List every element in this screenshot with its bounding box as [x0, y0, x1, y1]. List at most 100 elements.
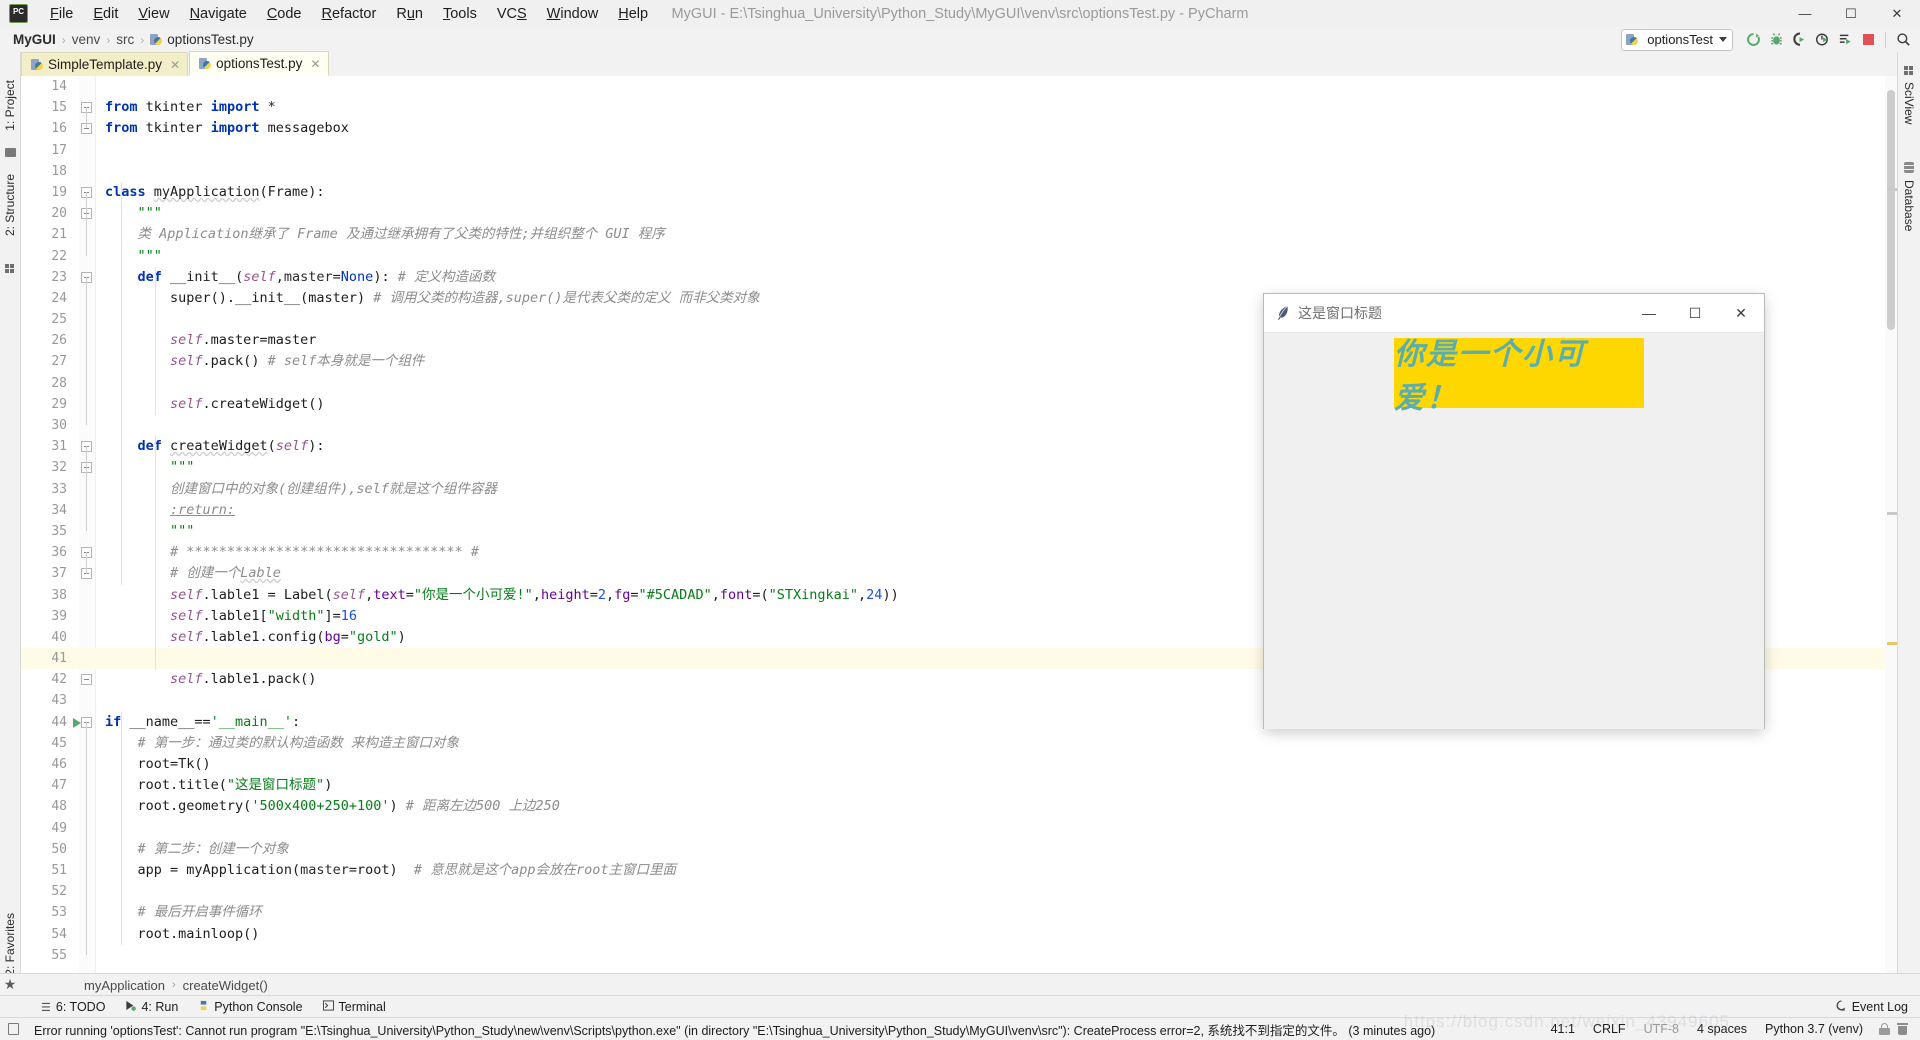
breadcrumb-item-src[interactable]: src	[113, 32, 137, 47]
code-token: # 调用父类的构造器,super()是代表父类的定义 而非父类对象	[373, 289, 760, 306]
window-maximize-button[interactable]: ☐	[1828, 0, 1874, 27]
menu-item-run[interactable]: Run	[386, 3, 433, 25]
code-line[interactable]: 46 root=Tk()	[21, 754, 1897, 775]
code-token: fg	[614, 586, 631, 603]
breadcrumb-item-venv[interactable]: venv	[69, 32, 104, 47]
tkinter-window-title: 这是窗口标题	[1298, 305, 1382, 321]
menu-item-window[interactable]: Window	[537, 3, 609, 25]
tool-window-todo[interactable]: ☰ 6: TODO	[32, 998, 114, 1016]
sidebar-item-database[interactable]: Database	[1902, 180, 1916, 231]
code-line[interactable]: 51 app = myApplication(master=root) # 意思…	[21, 860, 1897, 881]
breadcrumb-item-project[interactable]: MyGUI	[10, 32, 59, 47]
code-token: super().	[170, 289, 236, 306]
line-number: 48	[51, 799, 67, 815]
code-token: ):	[308, 438, 325, 455]
tkinter-body: 你是一个小可爱！	[1264, 333, 1764, 729]
sidebar-item-project[interactable]: 1: Project	[3, 80, 17, 131]
code-token: if	[105, 713, 122, 730]
menu-item-code[interactable]: Code	[257, 3, 312, 25]
debug-button[interactable]	[1765, 29, 1787, 51]
lock-icon[interactable]	[1879, 1023, 1890, 1035]
code-line[interactable]: 18	[21, 161, 1897, 182]
code-line[interactable]: 15 from tkinter import *	[21, 97, 1897, 118]
status-message[interactable]: Error running 'optionsTest': Cannot run …	[34, 1020, 1435, 1039]
indent-guide	[121, 182, 122, 585]
code-line[interactable]: 23 def __init__(self,master=None): # 定义构…	[21, 267, 1897, 288]
code-token: 类 Application继承了 Frame 及通过继承拥有了父类的特性;并组织…	[137, 226, 665, 243]
run-with-coverage-button[interactable]	[1788, 29, 1810, 51]
tkinter-window[interactable]: 这是窗口标题 — ☐ ✕ 你是一个小可爱！	[1264, 294, 1764, 729]
editor-tab-optionstest[interactable]: optionsTest.py ✕	[189, 51, 329, 76]
code-line[interactable]: 19 class myApplication(Frame):	[21, 182, 1897, 203]
tool-window-terminal[interactable]: Terminal	[314, 998, 395, 1016]
menu-item-file[interactable]: File	[40, 3, 83, 25]
stop-button[interactable]	[1857, 29, 1879, 51]
code-line[interactable]: 14	[21, 76, 1897, 97]
run-configuration-selector[interactable]: optionsTest	[1621, 28, 1733, 51]
window-minimize-button[interactable]: —	[1782, 0, 1828, 27]
code-line[interactable]: 49	[21, 818, 1897, 839]
breadcrumb-item-file[interactable]: optionsTest.py	[147, 32, 256, 47]
tool-window-python-console[interactable]: Python Console	[189, 998, 311, 1016]
sidebar-item-structure[interactable]: 2: Structure	[3, 174, 17, 236]
code-line[interactable]: 50 # 第二步：创建一个对象	[21, 839, 1897, 860]
editor-scrollbar[interactable]	[1885, 76, 1897, 996]
breadcrumb-method[interactable]: createWidget()	[183, 978, 268, 993]
run-tests-button[interactable]	[1834, 29, 1856, 51]
editor-marker	[1887, 188, 1897, 191]
trash-icon[interactable]	[1897, 1023, 1908, 1035]
code-line[interactable]: 22 """	[21, 246, 1897, 267]
tkinter-close-button[interactable]: ✕	[1718, 294, 1764, 332]
status-bar: Error running 'optionsTest': Cannot run …	[0, 1017, 1920, 1040]
menu-item-vcs[interactable]: VCS	[487, 3, 537, 25]
sidebar-item-sciview[interactable]: SciView	[1902, 82, 1916, 124]
code-line[interactable]: 47 root.title("这是窗口标题")	[21, 775, 1897, 796]
indent-setting[interactable]: 4 spaces	[1688, 1022, 1756, 1036]
code-line[interactable]: 21 类 Application继承了 Frame 及通过继承拥有了父类的特性;…	[21, 224, 1897, 245]
code-token: self	[332, 586, 366, 603]
code-line[interactable]: 54 root.mainloop()	[21, 924, 1897, 945]
code-line[interactable]: 20 """	[21, 203, 1897, 224]
event-log-button[interactable]: Event Log	[1827, 998, 1918, 1016]
code-line[interactable]: 16 from tkinter import messagebox	[21, 118, 1897, 139]
line-number: 16	[51, 121, 67, 137]
run-line-icon[interactable]	[73, 717, 81, 728]
caret-position[interactable]: 41:1	[1542, 1022, 1584, 1036]
menu-item-edit[interactable]: Edit	[83, 3, 128, 25]
window-close-button[interactable]: ✕	[1874, 0, 1920, 27]
menu-item-help[interactable]: Help	[608, 3, 658, 25]
tkinter-minimize-button[interactable]: —	[1626, 294, 1672, 332]
menu-item-view[interactable]: View	[128, 3, 179, 25]
menu-item-tools[interactable]: Tools	[433, 3, 487, 25]
sidebar-item-favorites[interactable]: 2: Favorites	[3, 913, 17, 976]
editor-tab-simpletemplate[interactable]: SimpleTemplate.py ✕	[21, 52, 189, 76]
editor-scrollbar-thumb[interactable]	[1887, 90, 1895, 330]
run-button[interactable]	[1742, 29, 1764, 51]
python-interpreter[interactable]: Python 3.7 (venv)	[1756, 1022, 1872, 1036]
code-token: Lable	[240, 565, 281, 582]
tkinter-maximize-button[interactable]: ☐	[1672, 294, 1718, 332]
profile-button[interactable]	[1811, 29, 1833, 51]
code-line[interactable]: 17	[21, 140, 1897, 161]
breadcrumb-class[interactable]: myApplication	[84, 978, 165, 993]
line-number: 43	[51, 693, 67, 709]
code-line[interactable]: 52	[21, 881, 1897, 902]
menu-item-refactor[interactable]: Refactor	[312, 3, 387, 25]
line-separator[interactable]: CRLF	[1584, 1022, 1635, 1036]
code-line[interactable]: 45 # 第一步：通过类的默认构造函数 来构造主窗口对象	[21, 733, 1897, 754]
code-line[interactable]: 55	[21, 945, 1897, 966]
indent-guide	[155, 436, 156, 670]
close-icon[interactable]: ✕	[310, 57, 320, 71]
close-icon[interactable]: ✕	[170, 58, 180, 72]
file-encoding[interactable]: UTF-8	[1635, 1022, 1688, 1036]
line-number: 28	[51, 375, 67, 391]
code-line[interactable]: 48 root.geometry('500x400+250+100') # 距离…	[21, 796, 1897, 817]
fold-toggle-icon[interactable]	[81, 674, 92, 686]
line-number: 51	[51, 862, 67, 878]
line-number: 29	[51, 396, 67, 412]
code-token: .lable1[	[202, 607, 268, 624]
tool-window-run[interactable]: 4: Run	[116, 998, 187, 1016]
menu-item-navigate[interactable]: Navigate	[180, 3, 257, 25]
search-everywhere-button[interactable]	[1892, 29, 1914, 51]
code-line[interactable]: 53 # 最后开启事件循环	[21, 902, 1897, 923]
